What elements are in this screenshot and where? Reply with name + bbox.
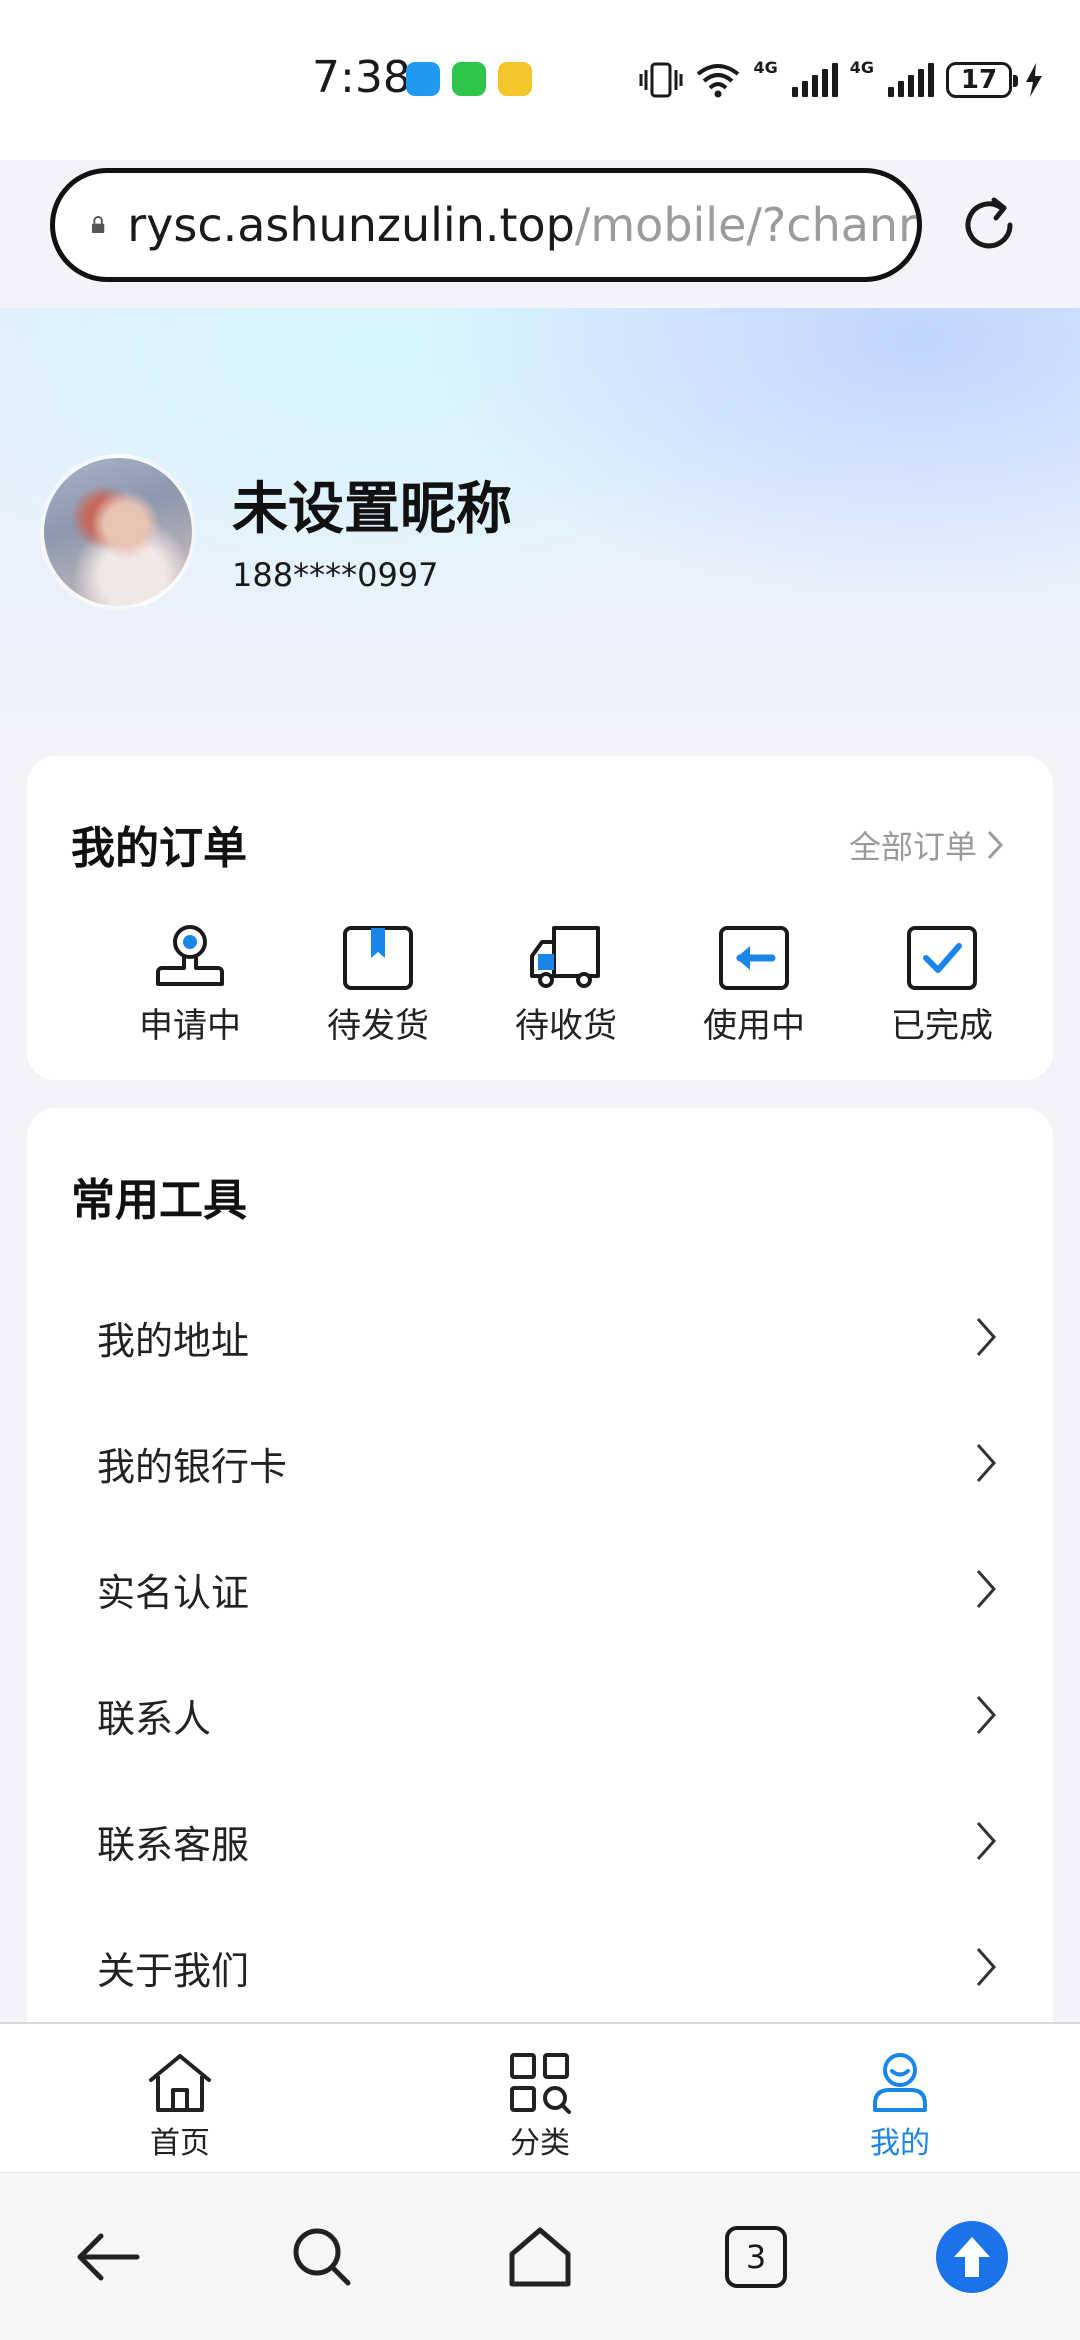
vibrate-icon <box>639 62 683 98</box>
all-orders-label: 全部订单 <box>848 828 977 866</box>
upload-fab <box>936 2221 1008 2293</box>
in-use-icon <box>719 926 789 990</box>
order-status-label: 待收货 <box>515 1006 617 1046</box>
tool-row-customer-service[interactable]: 联系客服 <box>27 1778 1053 1904</box>
network-type-2: 4G <box>849 58 874 77</box>
order-status-in-use[interactable]: 使用中 <box>669 924 839 1047</box>
wifi-icon <box>697 64 740 98</box>
tool-row-bank-card[interactable]: 我的银行卡 <box>27 1400 1053 1526</box>
phone-number: 188****0997 <box>232 556 439 594</box>
browser-nav-bar: 3 <box>0 2172 1080 2340</box>
tool-label: 联系人 <box>97 1696 212 1741</box>
chevron-right-icon <box>976 1318 997 1356</box>
chevron-right-icon <box>976 1822 997 1860</box>
upload-button[interactable] <box>922 2207 1022 2307</box>
status-bar: 7:38 4G 4G 17 <box>0 0 1080 160</box>
tool-label: 我的地址 <box>97 1318 250 1363</box>
order-status-label: 已完成 <box>891 1006 993 1046</box>
order-status-label: 申请中 <box>139 1006 241 1046</box>
tab-profile[interactable]: 我的 <box>790 2024 1010 2174</box>
search-button[interactable] <box>272 2207 372 2307</box>
tab-category[interactable]: 分类 <box>430 2024 650 2174</box>
arrow-up-icon <box>954 2237 990 2277</box>
tabs-button[interactable]: 3 <box>706 2207 806 2307</box>
weibo-icon <box>498 62 532 96</box>
search-icon <box>293 2228 351 2286</box>
home-button[interactable] <box>490 2207 590 2307</box>
profile-icon <box>873 2053 927 2112</box>
order-status-label: 待发货 <box>327 1006 429 1046</box>
tool-label: 实名认证 <box>97 1570 250 1615</box>
chevron-right-icon <box>987 830 1003 860</box>
tab-label: 我的 <box>870 2126 930 2161</box>
tools-title: 常用工具 <box>71 1175 247 1226</box>
tool-label: 联系客服 <box>97 1822 250 1867</box>
order-status-completed[interactable]: 已完成 <box>857 924 1027 1047</box>
battery-icon: 17 <box>946 62 1018 98</box>
network-type-1: 4G <box>753 58 778 77</box>
charging-icon <box>1026 63 1042 97</box>
url-path: /mobile/?chanr <box>574 198 917 252</box>
tool-label: 我的银行卡 <box>97 1444 288 1489</box>
message-app-icon <box>406 62 440 96</box>
back-arrow-icon <box>77 2233 140 2281</box>
truck-icon <box>530 926 600 988</box>
signal-icon-2 <box>888 63 934 97</box>
tool-row-verification[interactable]: 实名认证 <box>27 1526 1053 1652</box>
avatar[interactable] <box>40 454 196 610</box>
chevron-right-icon <box>976 1696 997 1734</box>
status-time: 7:38 <box>312 52 411 103</box>
chevron-right-icon <box>976 1570 997 1608</box>
order-status-to-receive[interactable]: 待收货 <box>481 924 651 1047</box>
url-domain: rysc.ashunzulin.top <box>127 198 575 252</box>
check-icon <box>907 926 977 990</box>
bottom-tab-bar: 首页 分类 我的 <box>0 2022 1080 2172</box>
order-status-to-ship[interactable]: 待发货 <box>293 924 463 1047</box>
tab-label: 首页 <box>150 2126 210 2161</box>
orders-card: 我的订单 全部订单 申请中 待发货 待收货 使用中 已完成 <box>27 756 1053 1080</box>
applying-icon <box>156 925 224 986</box>
nickname[interactable]: 未设置昵称 <box>232 464 512 545</box>
tool-row-address[interactable]: 我的地址 <box>27 1274 1053 1400</box>
tool-row-contacts[interactable]: 联系人 <box>27 1652 1053 1778</box>
tool-row-about-us[interactable]: 关于我们 <box>27 1904 1053 2030</box>
chevron-right-icon <box>976 1948 997 1986</box>
url-text: rysc.ashunzulin.top/mobile/?chanr <box>127 198 917 252</box>
bookmark-icon <box>343 926 413 990</box>
tab-home[interactable]: 首页 <box>70 2024 290 2174</box>
order-status-applying[interactable]: 申请中 <box>105 924 275 1047</box>
chevron-right-icon <box>976 1444 997 1482</box>
tabs-count: 3 <box>725 2226 787 2288</box>
tool-label: 关于我们 <box>97 1948 250 1993</box>
lock-icon <box>91 216 105 234</box>
wechat-icon <box>452 62 486 96</box>
back-button[interactable] <box>58 2207 158 2307</box>
home-icon <box>509 2227 571 2287</box>
battery-level: 17 <box>960 65 998 95</box>
status-indicators: 4G 4G 17 <box>639 58 1044 102</box>
order-status-label: 使用中 <box>703 1006 805 1046</box>
orders-title: 我的订单 <box>71 823 247 874</box>
address-bar[interactable]: rysc.ashunzulin.top/mobile/?chanr <box>50 168 922 282</box>
tools-card: 常用工具 我的地址 我的银行卡 实名认证 联系人 联系客服 关于我们 <box>27 1108 1053 2028</box>
home-icon <box>149 2054 211 2112</box>
all-orders-link[interactable]: 全部订单 <box>849 822 1003 868</box>
reload-icon[interactable] <box>954 190 1024 260</box>
category-icon <box>510 2053 571 2114</box>
tab-label: 分类 <box>510 2126 570 2161</box>
signal-icon-1 <box>791 63 838 97</box>
